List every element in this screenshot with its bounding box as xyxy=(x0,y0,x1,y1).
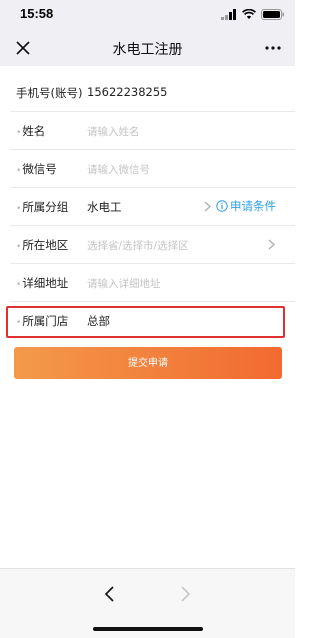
required-dot: • xyxy=(16,280,22,290)
more-icon[interactable] xyxy=(265,46,281,50)
highlight-box xyxy=(6,306,285,338)
name-input[interactable]: 请输入姓名 xyxy=(87,124,140,139)
status-bar: 15:58 xyxy=(0,0,295,30)
phone-row: 手机号(账号) 15622238255 xyxy=(0,74,295,112)
wifi-icon xyxy=(242,8,256,19)
group-value: 水电工 xyxy=(87,200,122,214)
chevron-right-icon xyxy=(204,201,211,212)
required-dot: • xyxy=(16,242,22,252)
required-dot: • xyxy=(16,166,22,176)
phone-value: 15622238255 xyxy=(87,85,168,99)
wechat-label-text: 微信号 xyxy=(22,162,57,176)
battery-icon xyxy=(261,8,284,20)
phone-label: 手机号(账号) xyxy=(16,86,83,100)
address-input[interactable]: 请输入详细地址 xyxy=(87,276,161,291)
address-label-text: 详细地址 xyxy=(22,276,69,290)
group-label: •所属分组 xyxy=(16,199,68,215)
submit-button[interactable]: 提交申请 xyxy=(14,347,282,379)
group-label-text: 所属分组 xyxy=(22,200,69,214)
chevron-right-icon xyxy=(268,239,275,250)
wechat-label: •微信号 xyxy=(16,161,57,177)
home-indicator xyxy=(93,627,203,631)
name-label: •姓名 xyxy=(16,123,45,139)
address-label: •详细地址 xyxy=(16,275,68,291)
region-select[interactable]: 选择省/选择市/选择区 xyxy=(87,238,189,253)
wechat-input[interactable]: 请输入微信号 xyxy=(87,162,150,177)
status-time: 15:58 xyxy=(20,6,54,21)
forward-icon[interactable] xyxy=(180,585,192,603)
bottom-toolbar xyxy=(0,568,295,638)
wechat-row: •微信号 请输入微信号 xyxy=(0,150,295,188)
name-row: •姓名 请输入姓名 xyxy=(0,112,295,150)
required-dot: • xyxy=(16,128,22,138)
region-label-text: 所在地区 xyxy=(22,238,69,252)
region-row[interactable]: •所在地区 选择省/选择市/选择区 xyxy=(0,226,295,264)
page-title: 水电工注册 xyxy=(112,42,183,58)
signal-icon xyxy=(221,8,236,20)
region-label: •所在地区 xyxy=(16,237,68,253)
group-row[interactable]: •所属分组 水电工 申请条件 xyxy=(0,188,295,226)
nav-bar: 水电工注册 xyxy=(0,30,295,66)
apply-conditions-label: 申请条件 xyxy=(230,199,276,213)
apply-conditions-link[interactable]: 申请条件 xyxy=(216,198,276,214)
address-row: •详细地址 请输入详细地址 xyxy=(0,264,295,302)
name-label-text: 姓名 xyxy=(22,124,46,138)
back-icon[interactable] xyxy=(103,585,115,603)
status-icons xyxy=(221,8,285,20)
required-dot: • xyxy=(16,204,22,214)
info-icon xyxy=(216,200,228,212)
